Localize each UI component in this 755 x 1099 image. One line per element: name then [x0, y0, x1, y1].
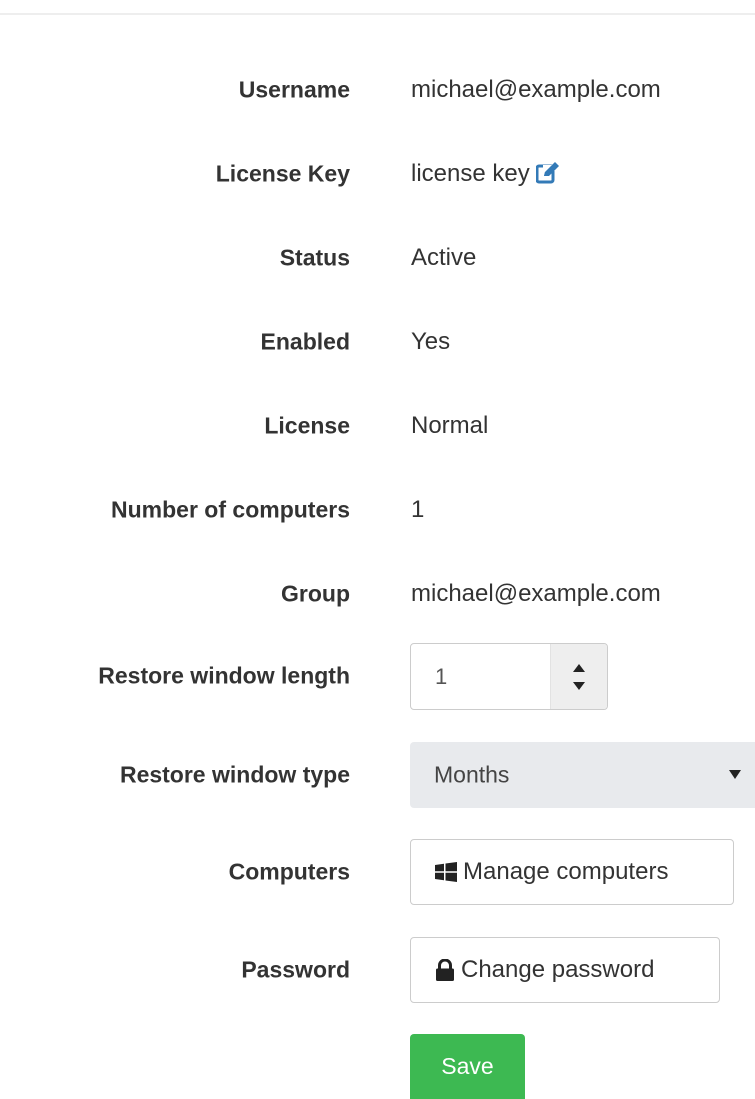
- username-row: Username michael@example.com: [0, 70, 755, 110]
- license-value: Normal: [411, 412, 489, 439]
- group-value: michael@example.com: [411, 580, 661, 607]
- pencil-square-icon[interactable]: [535, 162, 560, 184]
- spinner-arrows: [550, 644, 607, 709]
- license-key-row: License Key license key: [0, 154, 755, 194]
- header-divider: [0, 13, 755, 15]
- status-row: Status Active: [0, 238, 755, 278]
- lock-icon: [436, 959, 454, 981]
- windows-icon: [435, 862, 457, 882]
- caret-down-icon: [729, 770, 741, 779]
- spin-up-arrow-icon[interactable]: [551, 644, 607, 677]
- group-row: Group michael@example.com: [0, 574, 755, 614]
- license-label: License: [264, 412, 350, 439]
- change-password-button[interactable]: Change password: [410, 937, 720, 1003]
- save-button[interactable]: Save: [410, 1034, 525, 1099]
- num-computers-row: Number of computers 1: [0, 490, 755, 530]
- computers-label: Computers: [228, 858, 350, 885]
- status-label: Status: [279, 244, 350, 271]
- password-label: Password: [241, 956, 350, 983]
- manage-computers-button[interactable]: Manage computers: [410, 839, 734, 905]
- username-value: michael@example.com: [411, 76, 661, 103]
- manage-computers-label: Manage computers: [463, 858, 669, 885]
- restore-window-length-row: Restore window length: [0, 656, 755, 696]
- restore-window-type-select[interactable]: Months: [410, 742, 755, 808]
- group-label: Group: [281, 580, 350, 607]
- restore-window-length-input[interactable]: 1: [410, 643, 608, 710]
- enabled-row: Enabled Yes: [0, 322, 755, 362]
- spin-down-arrow-icon[interactable]: [551, 677, 607, 710]
- restore-window-length-label: Restore window length: [98, 662, 350, 689]
- username-label: Username: [238, 76, 350, 103]
- license-row: License Normal: [0, 406, 755, 446]
- restore-window-type-value: Months: [434, 761, 510, 788]
- change-password-label: Change password: [461, 956, 655, 983]
- restore-window-length-value[interactable]: 1: [435, 664, 447, 690]
- license-key-label: License Key: [215, 160, 350, 187]
- enabled-value: Yes: [411, 328, 451, 355]
- restore-window-type-label: Restore window type: [119, 761, 350, 788]
- num-computers-label: Number of computers: [111, 496, 350, 523]
- enabled-label: Enabled: [260, 328, 350, 355]
- license-key-value: license key: [411, 160, 530, 187]
- status-value: Active: [411, 244, 477, 271]
- num-computers-value: 1: [411, 496, 425, 523]
- license-key-value-wrap: license key: [411, 160, 560, 188]
